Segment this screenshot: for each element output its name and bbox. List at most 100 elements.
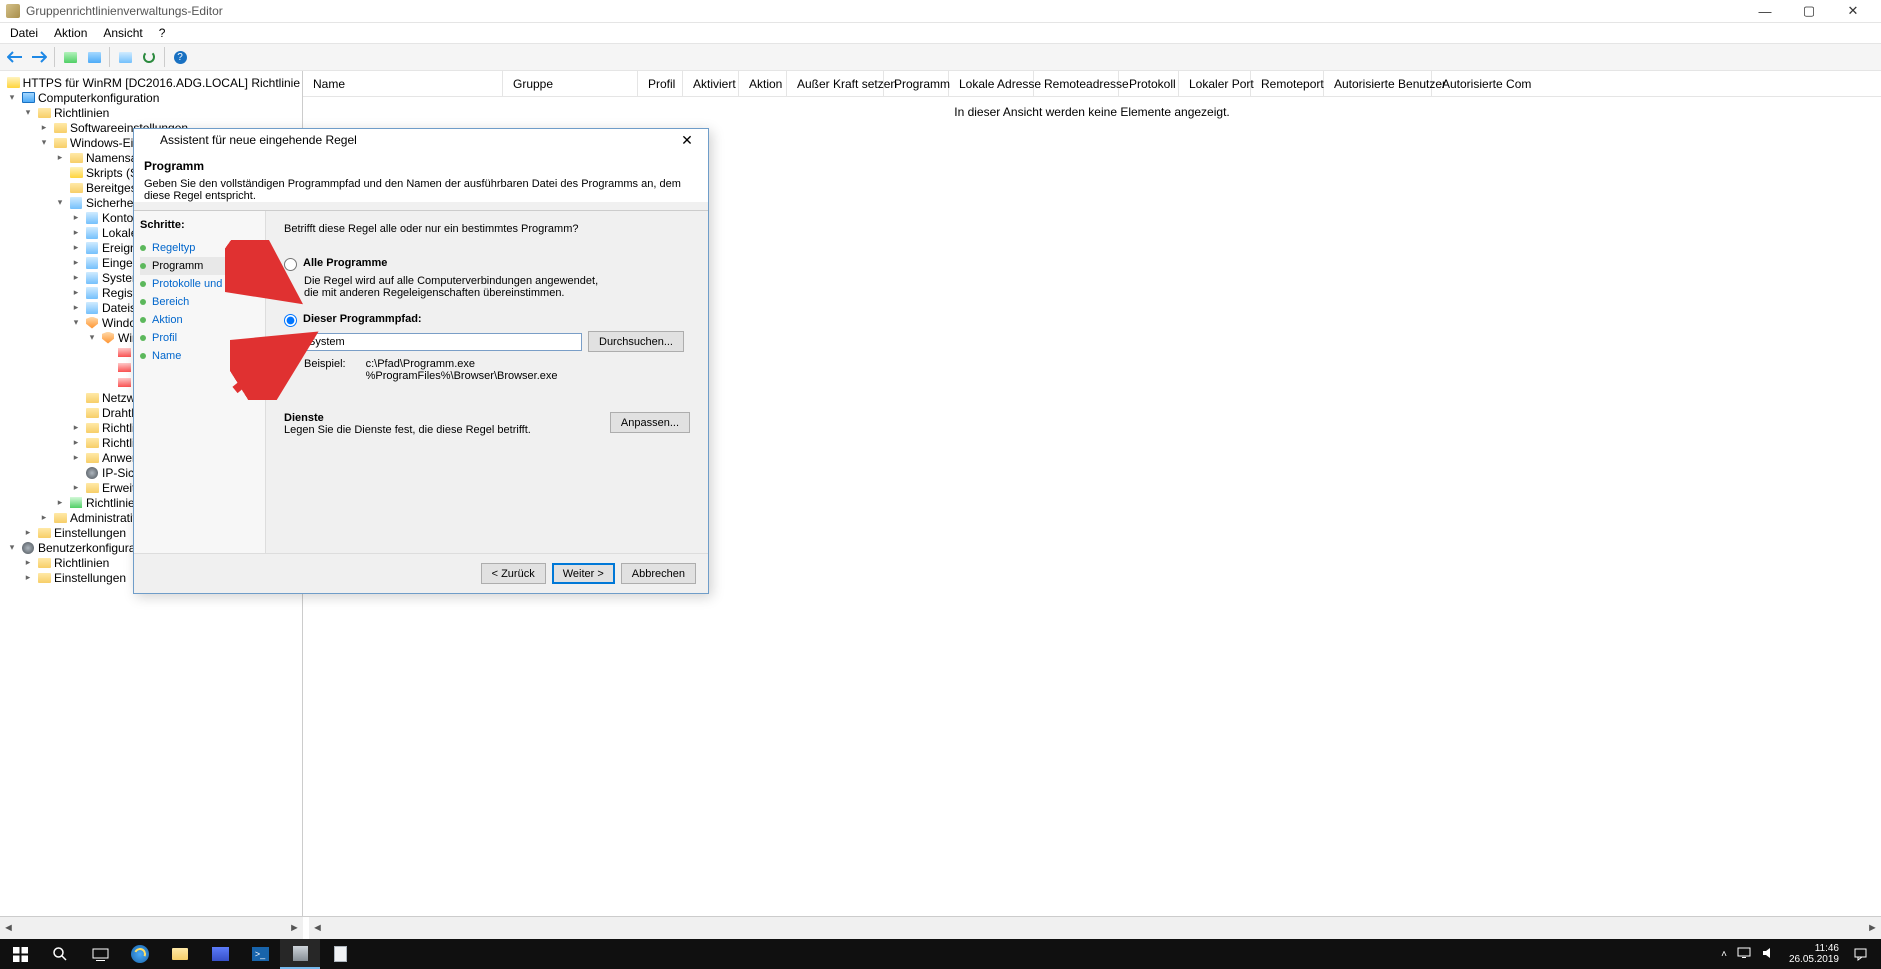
tree-label: Einstellungen — [54, 526, 126, 540]
tray-network-icon[interactable] — [1737, 947, 1751, 962]
dialog-question: Betrifft diese Regel alle oder nur ein b… — [284, 223, 690, 235]
menubar: Datei Aktion Ansicht ? — [0, 23, 1881, 43]
taskbar: >_ ˄ 11:46 26.05.2019 — [0, 939, 1881, 969]
step-scope[interactable]: Bereich — [140, 293, 265, 311]
dialog-content: Betrifft diese Regel alle oder nur ein b… — [266, 211, 708, 557]
cancel-button[interactable]: Abbrechen — [621, 563, 696, 584]
toolbar-separator — [164, 47, 165, 67]
dialog-close-button[interactable]: ✕ — [672, 129, 702, 151]
dialog-title: Assistent für neue eingehende Regel — [160, 133, 672, 147]
tray-up-icon[interactable]: ˄ — [1721, 949, 1727, 960]
column-program[interactable]: Programm — [884, 71, 949, 96]
dialog-footer: < Zurück Weiter > Abbrechen — [134, 553, 708, 593]
tree-label: Computerkonfiguration — [38, 91, 159, 105]
column-remoteport[interactable]: Remoteport — [1251, 71, 1324, 96]
column-protocol[interactable]: Protokoll — [1119, 71, 1179, 96]
example-label: Beispiel: — [304, 358, 346, 382]
search-button[interactable] — [40, 939, 80, 969]
column-localport[interactable]: Lokaler Port — [1179, 71, 1251, 96]
taskbar-notepad[interactable] — [320, 939, 360, 969]
scroll-right-button[interactable]: ► — [1864, 917, 1881, 939]
menu-view[interactable]: Ansicht — [95, 23, 150, 43]
start-button[interactable] — [0, 939, 40, 969]
menu-file[interactable]: Datei — [2, 23, 46, 43]
services-heading: Dienste — [284, 412, 531, 424]
program-path-input[interactable] — [304, 333, 582, 351]
step-name[interactable]: Name — [140, 347, 265, 365]
column-override[interactable]: Außer Kraft setzen — [787, 71, 884, 96]
list-header: Name Gruppe Profil Aktiviert Aktion Auße… — [303, 71, 1881, 97]
back-button[interactable]: < Zurück — [481, 563, 546, 584]
system-tray[interactable]: ˄ — [1721, 947, 1781, 962]
step-action[interactable]: Aktion — [140, 311, 265, 329]
refresh-button[interactable] — [138, 46, 160, 68]
maximize-button[interactable]: ▢ — [1787, 0, 1831, 23]
dialog-titlebar: Assistent für neue eingehende Regel ✕ — [134, 129, 708, 151]
toolbar-separator — [54, 47, 55, 67]
taskbar-powershell[interactable]: >_ — [240, 939, 280, 969]
minimize-button[interactable]: — — [1743, 0, 1787, 23]
column-profile[interactable]: Profil — [638, 71, 683, 96]
browse-button[interactable]: Durchsuchen... — [588, 331, 684, 352]
radio-all-label[interactable]: Alle Programme — [303, 257, 387, 269]
export-button[interactable] — [114, 46, 136, 68]
shield-icon — [140, 133, 154, 147]
tree-policies[interactable]: ▾ Richtlinien — [2, 105, 300, 120]
wizard-steps: Schritte: Regeltyp Programm Protokolle u… — [134, 211, 266, 557]
app-icon — [6, 4, 20, 18]
radio-program-path[interactable] — [284, 314, 297, 327]
tray-sound-icon[interactable] — [1761, 947, 1775, 962]
clock-time: 11:46 — [1789, 943, 1839, 954]
scrollbar-track[interactable] — [17, 917, 286, 939]
scroll-left-button[interactable]: ◄ — [0, 917, 17, 939]
notifications-button[interactable] — [1847, 939, 1873, 969]
tree-computer-config[interactable]: ▾ Computerkonfiguration — [2, 90, 300, 105]
step-protocols[interactable]: Protokolle und Ports — [140, 275, 265, 293]
taskbar-explorer[interactable] — [160, 939, 200, 969]
back-button[interactable] — [4, 46, 26, 68]
taskbar-clock[interactable]: 11:46 26.05.2019 — [1781, 943, 1847, 965]
services-desc: Legen Sie die Dienste fest, die diese Re… — [284, 424, 531, 436]
toolbar-separator — [109, 47, 110, 67]
up-button[interactable] — [59, 46, 81, 68]
scrollbar-track[interactable] — [326, 917, 1864, 939]
taskbar-ie[interactable] — [120, 939, 160, 969]
column-name[interactable]: Name — [303, 71, 503, 96]
tree-root[interactable]: HTTPS für WinRM [DC2016.ADG.LOCAL] Richt… — [2, 75, 300, 90]
step-profile[interactable]: Profil — [140, 329, 265, 347]
clock-date: 26.05.2019 — [1789, 954, 1839, 965]
help-button[interactable]: ? — [169, 46, 191, 68]
horizontal-scrollbars: ◄ ► ◄ ► — [0, 917, 1881, 939]
taskbar-gpedit[interactable] — [280, 939, 320, 969]
menu-help[interactable]: ? — [151, 23, 174, 43]
close-button[interactable]: ✕ — [1831, 0, 1875, 23]
step-program[interactable]: Programm — [140, 257, 265, 275]
wizard-dialog: Assistent für neue eingehende Regel ✕ Pr… — [133, 128, 709, 594]
column-enabled[interactable]: Aktiviert — [683, 71, 739, 96]
column-remoteaddr[interactable]: Remoteadresse — [1034, 71, 1119, 96]
properties-button[interactable] — [83, 46, 105, 68]
dialog-heading: Programm — [144, 159, 698, 173]
next-button[interactable]: Weiter > — [552, 563, 615, 584]
tree-label: HTTPS für WinRM [DC2016.ADG.LOCAL] Richt… — [23, 76, 300, 90]
menu-action[interactable]: Aktion — [46, 23, 95, 43]
scroll-left-button[interactable]: ◄ — [309, 917, 326, 939]
taskbar-servermanager[interactable] — [200, 939, 240, 969]
taskview-button[interactable] — [80, 939, 120, 969]
column-group[interactable]: Gruppe — [503, 71, 638, 96]
customize-button[interactable]: Anpassen... — [610, 412, 690, 433]
step-ruletype[interactable]: Regeltyp — [140, 239, 265, 257]
column-action[interactable]: Aktion — [739, 71, 787, 96]
scroll-right-button[interactable]: ► — [286, 917, 303, 939]
forward-button[interactable] — [28, 46, 50, 68]
tree-label: Richtlinien — [54, 556, 109, 570]
radio-all-programs[interactable] — [284, 258, 297, 271]
tree-label: Richtlinien — [54, 106, 109, 120]
radio-path-label[interactable]: Dieser Programmpfad: — [303, 313, 422, 325]
column-authcomp[interactable]: Autorisierte Com — [1432, 71, 1881, 96]
window-title: Gruppenrichtlinienverwaltungs-Editor — [26, 4, 1743, 18]
column-authusers[interactable]: Autorisierte Benutzer — [1324, 71, 1432, 96]
radio-all-desc: Die Regel wird auf alle Computerverbindu… — [304, 275, 604, 299]
column-localaddr[interactable]: Lokale Adresse — [949, 71, 1034, 96]
window-titlebar: Gruppenrichtlinienverwaltungs-Editor — ▢… — [0, 0, 1881, 23]
